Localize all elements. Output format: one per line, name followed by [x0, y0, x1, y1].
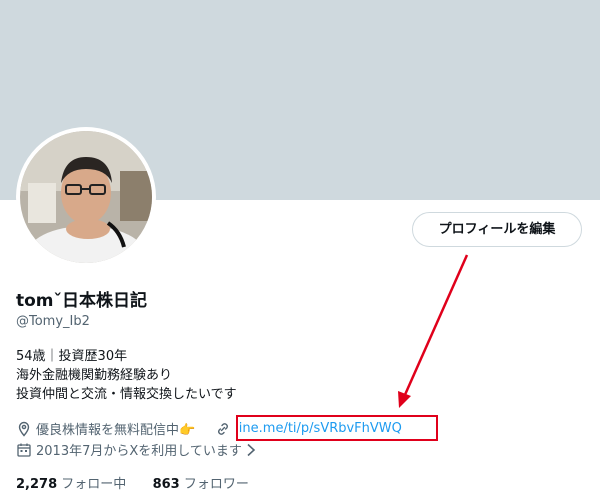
follow-stats: 2,278 フォロー中 863 フォロワー [16, 473, 249, 492]
followers-count: 863 [152, 477, 180, 492]
avatar-photo [20, 131, 152, 263]
display-name: tomˇ日本株日記 [16, 291, 148, 311]
following-label: フォロー中 [61, 477, 127, 492]
location-text: 優良株情報を無料配信中👉 [36, 423, 196, 438]
bio-line: 投資仲間と交流・情報交換したいです [16, 387, 237, 402]
location-pin-icon [18, 421, 30, 437]
joined-date: 2013年7月からXを利用しています [36, 444, 242, 459]
username: @Tomy_Ib2 [16, 314, 90, 329]
edit-profile-button[interactable]: プロフィールを編集 [412, 212, 582, 247]
bio-line: 海外金融機関勤務経験あり [16, 368, 173, 383]
followers-label: フォロワー [183, 477, 249, 492]
link-icon [218, 422, 229, 435]
calendar-icon [17, 443, 31, 457]
following-stat[interactable]: 2,278 フォロー中 [16, 477, 126, 492]
chevron-right-icon[interactable] [246, 443, 256, 457]
profile-meta-row: 2013年7月からXを利用しています [16, 440, 256, 459]
bio: 54歳｜投資歴30年 海外金融機関勤務経験あり 投資仲間と交流・情報交換したいで… [16, 347, 237, 404]
highlight-box [236, 415, 438, 441]
bio-line: 54歳｜投資歴30年 [16, 349, 128, 364]
following-count: 2,278 [16, 477, 58, 492]
followers-stat[interactable]: 863 フォロワー [153, 477, 249, 492]
avatar[interactable] [16, 127, 156, 267]
